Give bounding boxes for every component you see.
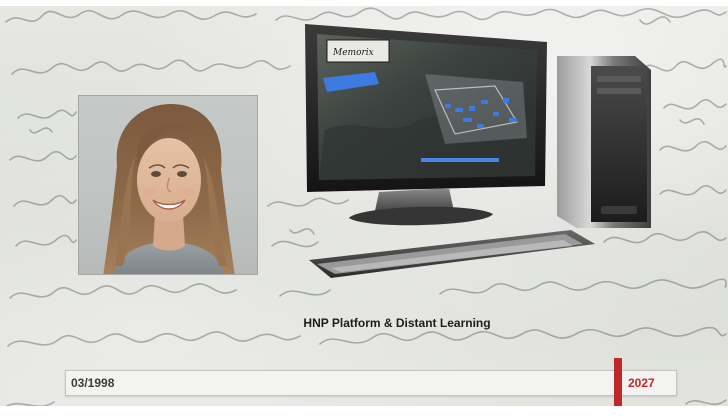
portrait-photo xyxy=(78,95,258,275)
timeline-bar: 03/1998 xyxy=(65,370,677,396)
desktop-computer-illustration: Memorix xyxy=(295,20,665,310)
timeline-start-label: 03/1998 xyxy=(71,376,115,390)
timeline-end-label: 2027 xyxy=(628,376,655,390)
slide-stage: Memorix HNP Platform & Distant Learning … xyxy=(0,0,728,416)
caption-text: HNP Platform & Distant Learning xyxy=(303,316,491,330)
portrait-illustration xyxy=(103,104,235,274)
computer-drawing: Memorix xyxy=(305,24,651,278)
bottom-band xyxy=(0,406,728,416)
top-band xyxy=(0,0,728,6)
screen-logo-text: Memorix xyxy=(332,48,374,58)
timeline-marker xyxy=(614,358,622,406)
